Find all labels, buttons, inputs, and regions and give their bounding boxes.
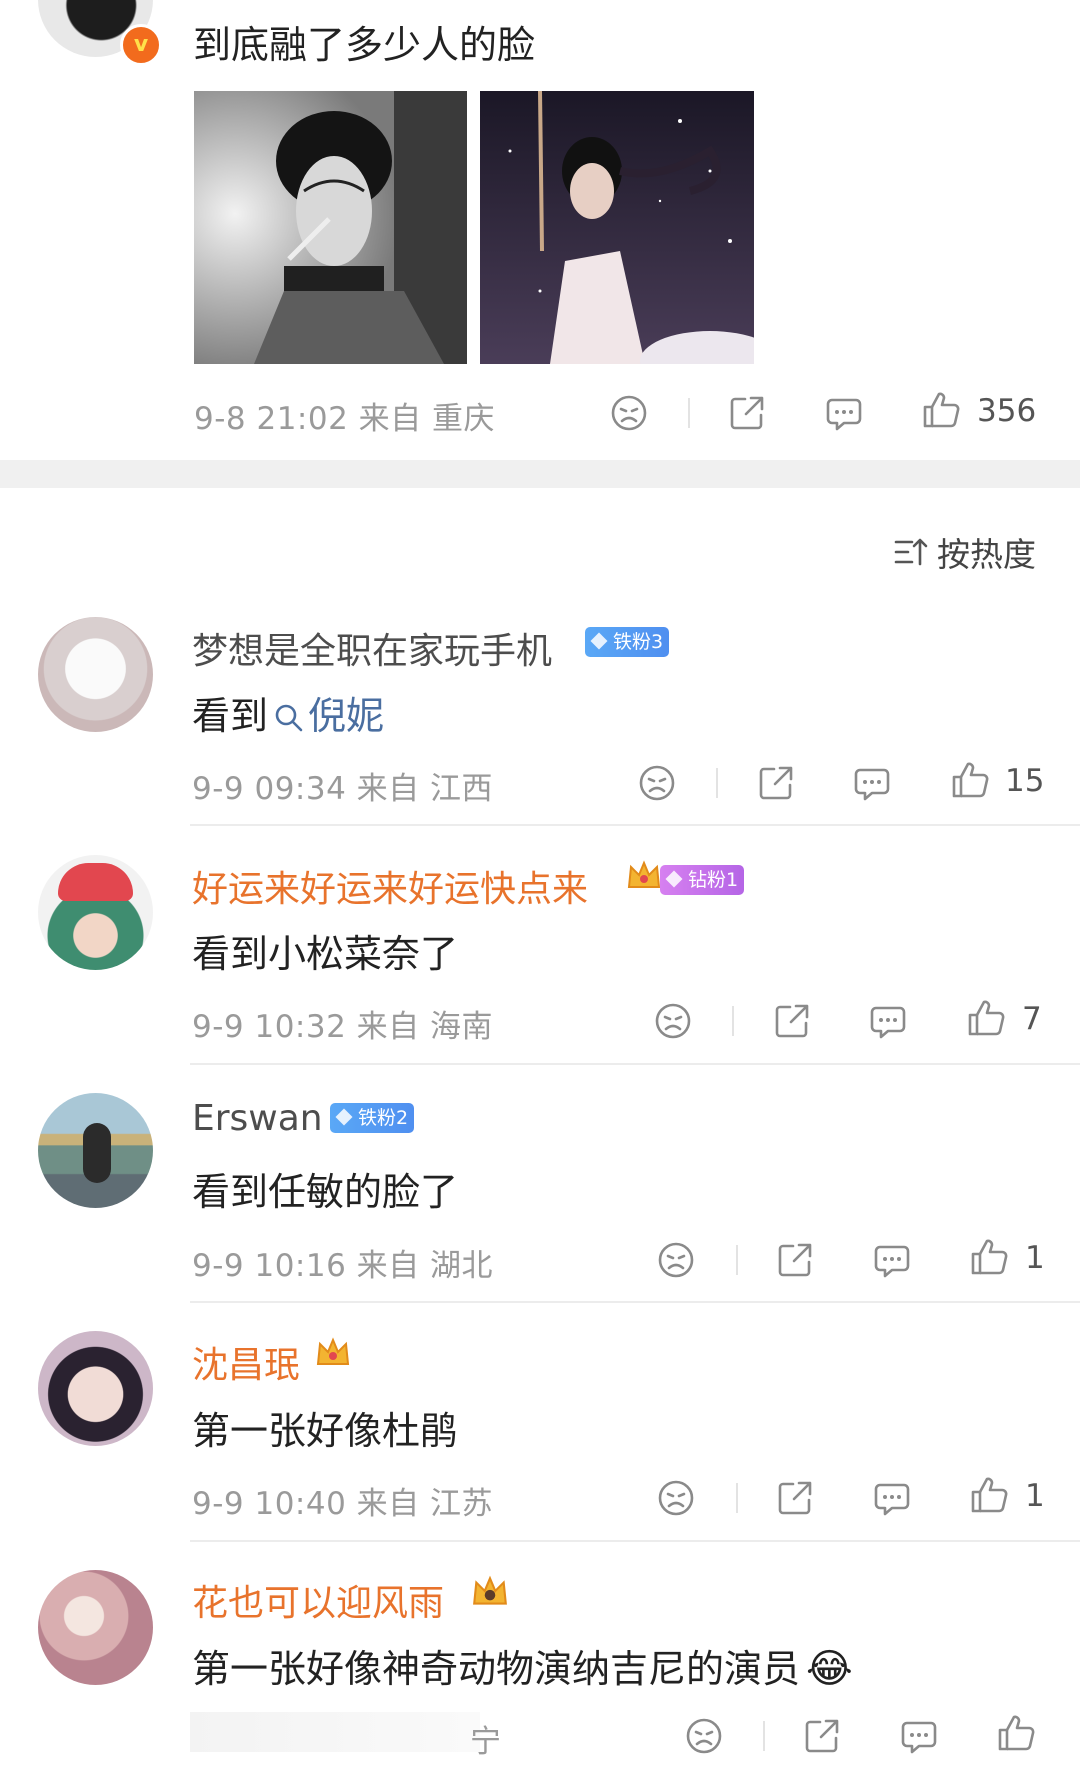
action-divider xyxy=(736,1483,738,1513)
sad-face-icon[interactable] xyxy=(609,393,649,433)
avatar[interactable] xyxy=(38,1093,153,1208)
sad-face-icon[interactable] xyxy=(637,763,677,803)
comment-meta: 宁 xyxy=(470,1724,502,1760)
post-image-2[interactable] xyxy=(480,91,754,364)
sort-icon xyxy=(893,534,929,570)
comment-text: 看到任敏的脸了 xyxy=(192,1170,459,1214)
comment-like-count: 15 xyxy=(1005,763,1045,799)
share-icon[interactable] xyxy=(772,1001,812,1041)
comment-icon[interactable] xyxy=(872,1478,912,1518)
row-divider xyxy=(190,1063,1080,1065)
thumbs-up-icon[interactable] xyxy=(921,390,961,430)
row-divider xyxy=(190,1301,1080,1303)
comment-meta: 9-9 10:40 来自 江苏 xyxy=(192,1486,494,1522)
section-separator xyxy=(0,460,1080,488)
comment-meta: 9-9 09:34 来自 江西 xyxy=(192,771,494,807)
sad-face-icon[interactable] xyxy=(684,1716,724,1756)
action-divider xyxy=(736,1245,738,1275)
post-text: 到底融了多少人的脸 xyxy=(193,23,536,67)
comment-username[interactable]: Erswan xyxy=(192,1098,323,1139)
share-icon[interactable] xyxy=(802,1716,842,1756)
sad-face-icon[interactable] xyxy=(656,1240,696,1280)
comment-meta: 9-9 10:32 来自 海南 xyxy=(192,1009,494,1045)
share-icon[interactable] xyxy=(775,1478,815,1518)
sad-face-icon[interactable] xyxy=(653,1001,693,1041)
row-divider xyxy=(190,824,1080,826)
thumbs-up-icon[interactable] xyxy=(969,1475,1009,1515)
avatar[interactable] xyxy=(38,617,153,732)
laughing-emoji: 😂 xyxy=(806,1646,853,1692)
share-icon[interactable] xyxy=(756,763,796,803)
action-divider xyxy=(716,768,718,798)
post-image-1[interactable] xyxy=(194,91,467,364)
comment-username[interactable]: 花也可以迎风雨 xyxy=(192,1574,444,1626)
comment-text: 第一张好像杜鹃 xyxy=(192,1409,459,1453)
post-like-count: 356 xyxy=(977,393,1037,429)
comment-icon[interactable] xyxy=(824,393,864,433)
faded-meta-mask xyxy=(190,1712,480,1752)
comment-username[interactable]: 梦想是全职在家玩手机 xyxy=(192,622,552,674)
share-icon[interactable] xyxy=(727,393,767,433)
thumbs-up-icon[interactable] xyxy=(996,1713,1036,1753)
crown-icon xyxy=(314,1334,352,1376)
comment-like-count: 7 xyxy=(1022,1001,1042,1037)
sort-label: 按热度 xyxy=(937,535,1036,574)
search-icon xyxy=(274,698,304,742)
fan-badge: 铁粉3 xyxy=(585,627,670,657)
share-icon[interactable] xyxy=(775,1240,815,1280)
comment-like-count: 1 xyxy=(1025,1478,1045,1514)
post-meta: 9-8 21:02 来自 重庆 xyxy=(194,401,496,437)
comment-icon[interactable] xyxy=(872,1240,912,1280)
comment-username[interactable]: 好运来好运来好运快点来 xyxy=(192,860,588,912)
comment-text: 看到 倪妮 xyxy=(192,685,384,742)
thumbs-up-icon[interactable] xyxy=(966,998,1006,1038)
comment-username[interactable]: 沈昌珉 xyxy=(192,1336,300,1388)
search-link[interactable]: 倪妮 xyxy=(274,694,384,738)
comment-meta: 9-9 10:16 来自 湖北 xyxy=(192,1248,494,1284)
comment-icon[interactable] xyxy=(868,1001,908,1041)
avatar[interactable] xyxy=(38,1570,153,1685)
comment-icon[interactable] xyxy=(852,763,892,803)
thumbs-up-icon[interactable] xyxy=(950,760,990,800)
fan-badge: 铁粉2 xyxy=(330,1103,415,1133)
comment-like-count: 1 xyxy=(1025,1240,1045,1276)
fan-badge: 钻粉1 xyxy=(660,865,745,895)
avatar[interactable] xyxy=(38,855,153,970)
comment-text: 第一张好像神奇动物演纳吉尼的演员 😂 xyxy=(192,1646,853,1692)
action-divider xyxy=(763,1721,765,1751)
sad-face-icon[interactable] xyxy=(656,1478,696,1518)
crown-icon xyxy=(625,857,663,899)
comment-text: 看到小松菜奈了 xyxy=(192,932,459,976)
sort-control[interactable]: 按热度 xyxy=(893,530,1036,574)
action-divider xyxy=(732,1006,734,1036)
row-divider xyxy=(190,1540,1080,1542)
comment-icon[interactable] xyxy=(899,1716,939,1756)
verified-v-icon: v xyxy=(120,24,162,66)
thumbs-up-icon[interactable] xyxy=(969,1237,1009,1277)
avatar[interactable] xyxy=(38,1331,153,1446)
crown-icon xyxy=(470,1572,510,1616)
action-divider xyxy=(688,398,690,428)
